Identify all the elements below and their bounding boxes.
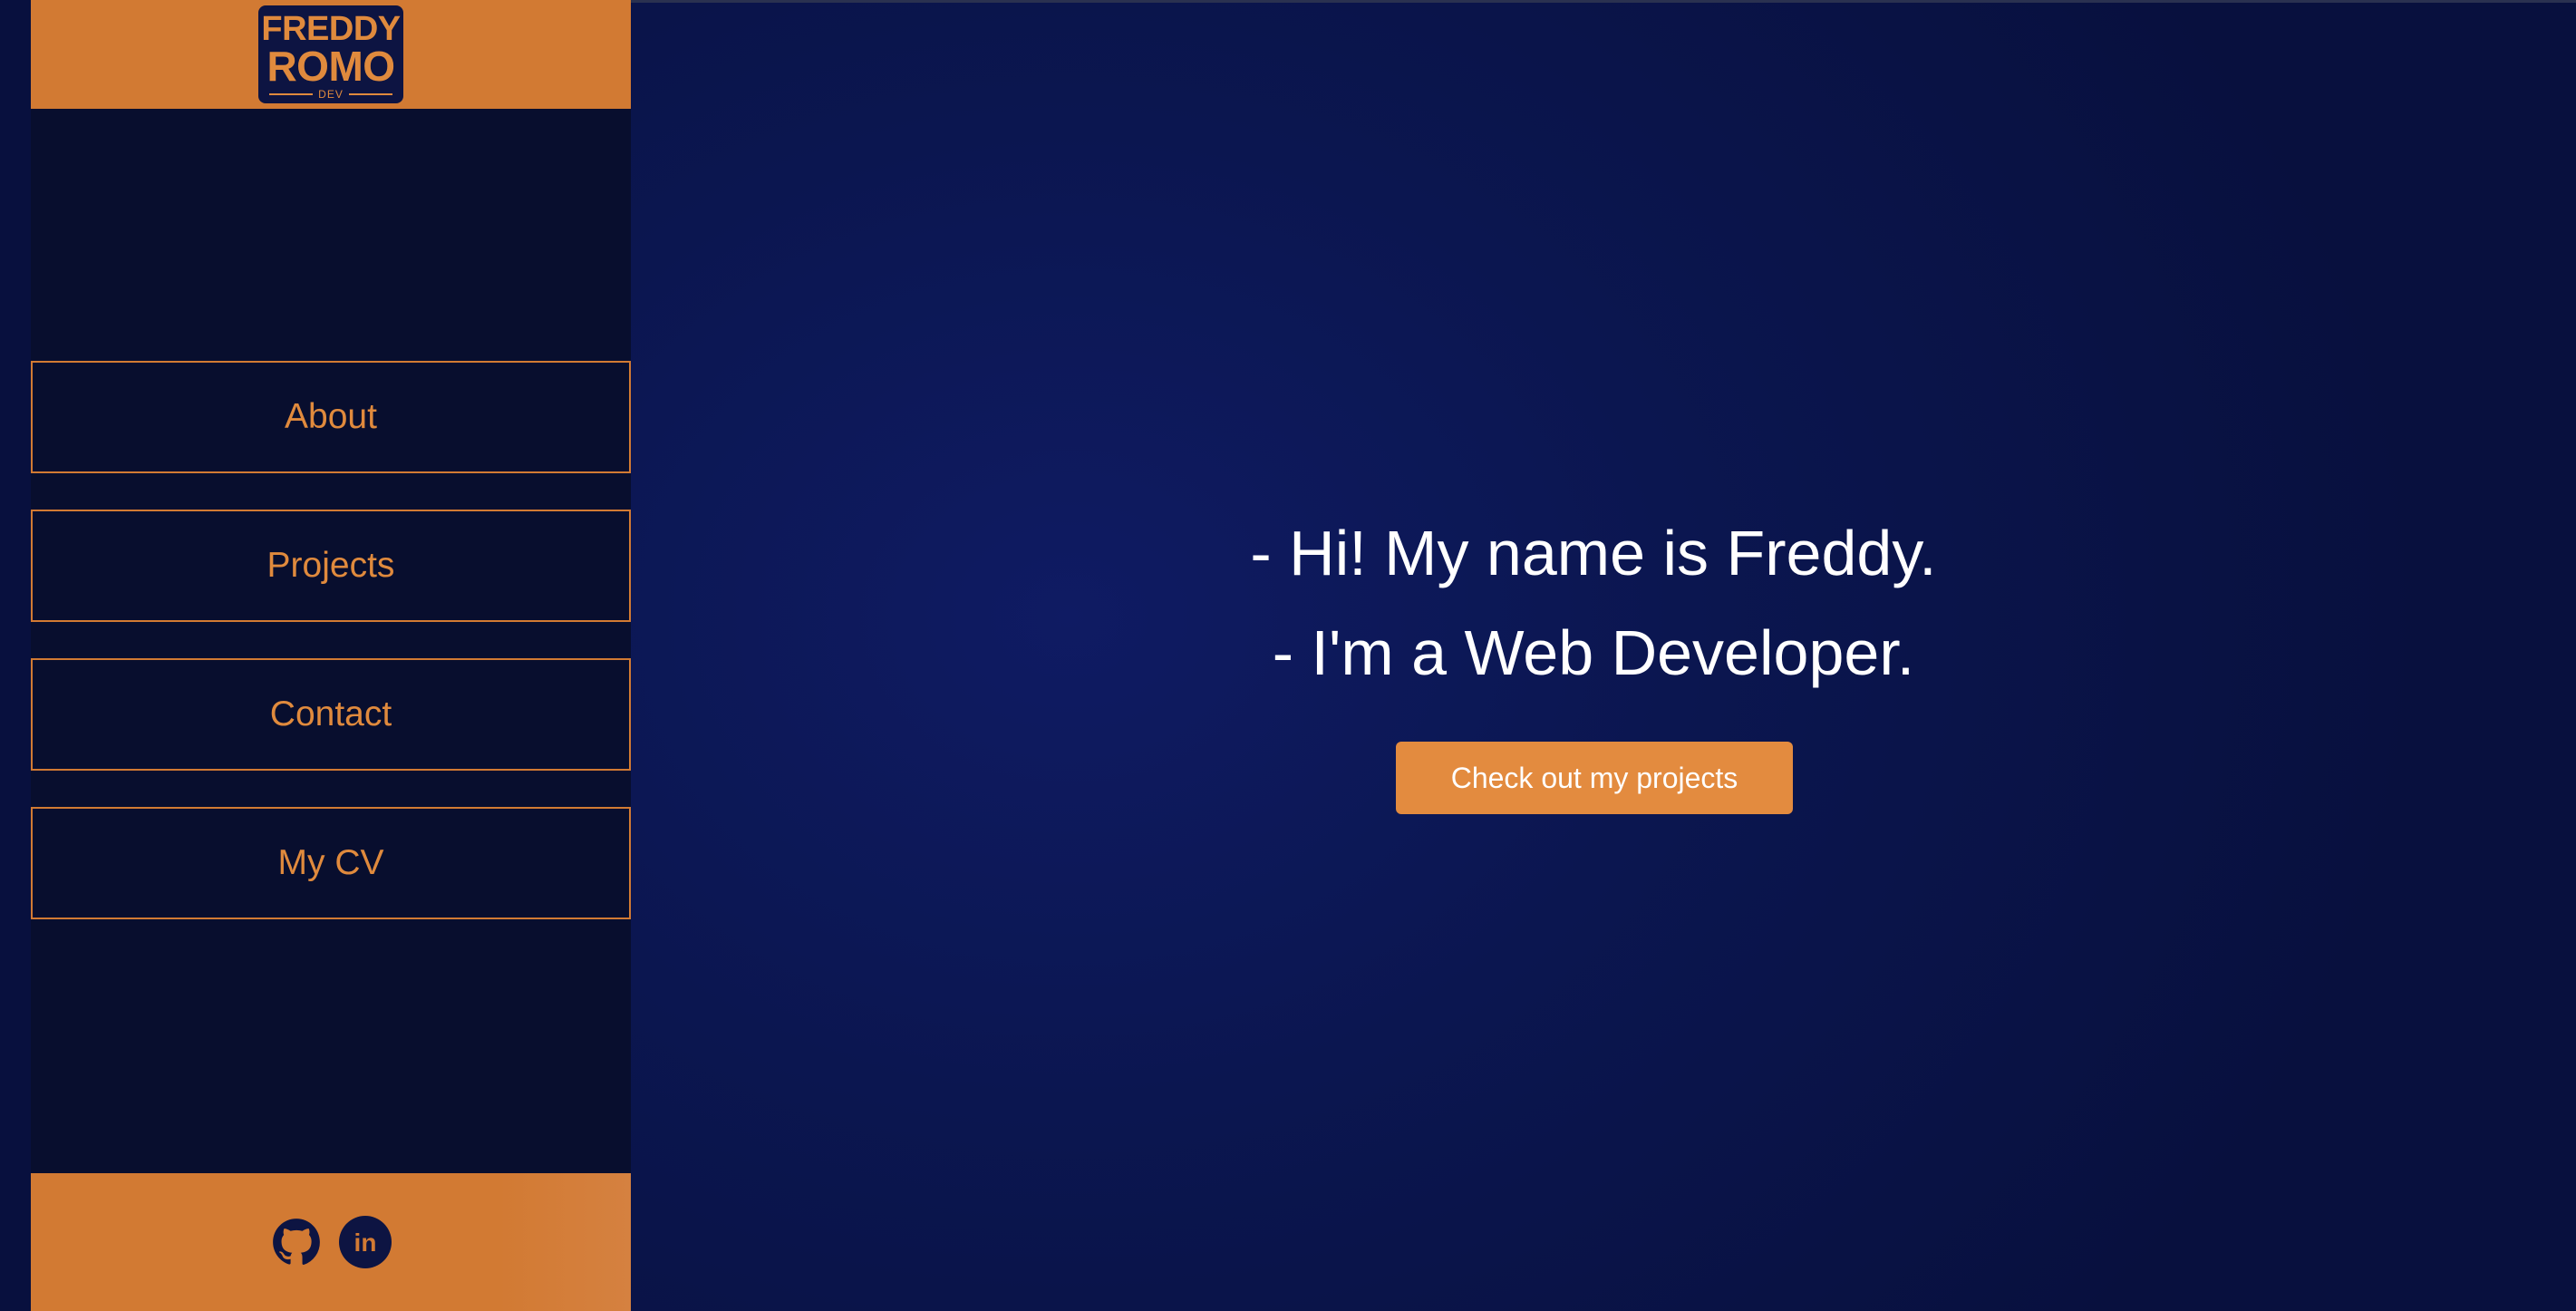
- github-icon[interactable]: [270, 1216, 323, 1268]
- logo-tagline: DEV: [269, 88, 392, 101]
- nav-about-button[interactable]: About: [31, 361, 631, 473]
- hero: - Hi! My name is Freddy. - I'm a Web Dev…: [1068, 503, 2119, 703]
- logo-rule-right: [348, 93, 392, 95]
- nav-about-label: About: [285, 397, 377, 436]
- github-icon-glyph: [273, 1219, 320, 1265]
- nav-projects-label: Projects: [266, 546, 395, 585]
- nav-cv-label: My CV: [277, 843, 384, 882]
- nav-contact-label: Contact: [269, 694, 392, 733]
- hero-line-2: - I'm a Web Developer.: [1272, 617, 1915, 688]
- linkedin-icon-text: in: [354, 1228, 377, 1257]
- nav-cv-button[interactable]: My CV: [31, 807, 631, 919]
- sidebar-footer: in: [31, 1173, 631, 1311]
- check-projects-label: Check out my projects: [1450, 761, 1738, 794]
- logo-tag: DEV: [318, 88, 344, 101]
- linkedin-icon-glyph: in: [339, 1216, 392, 1268]
- logo[interactable]: FREDDY ROMO DEV: [258, 5, 403, 103]
- logo-line2: ROMO: [266, 43, 395, 90]
- logo-line1: FREDDY: [261, 10, 401, 48]
- sidebar: FREDDY ROMO DEV About Projects Contact M…: [31, 0, 631, 1311]
- logo-rule-left: [269, 93, 314, 95]
- nav-projects-button[interactable]: Projects: [31, 510, 631, 622]
- nav-contact-button[interactable]: Contact: [31, 658, 631, 771]
- hero-line-1: - Hi! My name is Freddy.: [1250, 518, 1937, 588]
- sidebar-header: FREDDY ROMO DEV: [31, 0, 631, 109]
- left-gutter: [0, 0, 31, 1311]
- linkedin-icon[interactable]: in: [339, 1216, 392, 1268]
- check-projects-button[interactable]: Check out my projects: [1396, 742, 1793, 814]
